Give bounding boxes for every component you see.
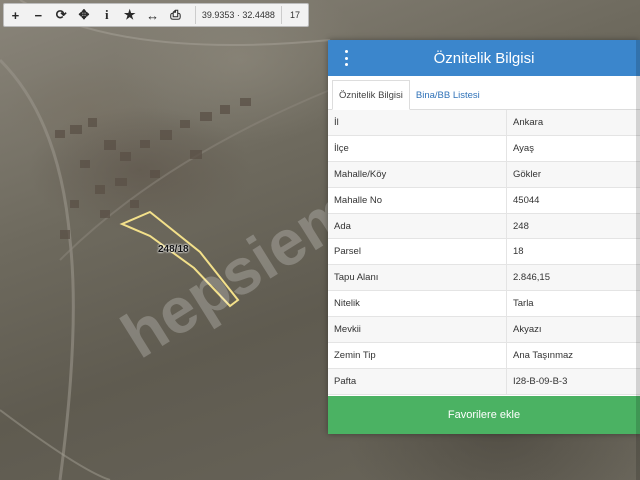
attribute-value: 18 <box>506 238 640 266</box>
zoom-in-icon[interactable]: + <box>4 4 27 26</box>
attribute-key: İl <box>328 110 507 136</box>
road <box>0 409 111 480</box>
village-buildings <box>55 98 251 239</box>
attribute-value: Akyazı <box>506 316 640 344</box>
measure-icon[interactable]: ↔ <box>141 4 164 26</box>
parcel-label: 248/18 <box>158 244 189 255</box>
table-row: Pafta I28-B-09-B-3 <box>328 368 640 395</box>
attribute-value: Ana Taşınmaz <box>506 342 640 369</box>
tab-building-list[interactable]: Bina/BB Listesi <box>410 81 486 109</box>
attribute-key: İlçe <box>328 135 507 162</box>
table-row: Tapu Alanı 2.846,15 <box>328 264 640 292</box>
attribute-key: Ada <box>328 213 507 240</box>
table-row: Ada 248 <box>328 213 640 240</box>
table-row: Mevkii Akyazı <box>328 316 640 344</box>
add-to-favorites-button[interactable]: Favorilere ekle <box>328 396 640 434</box>
attribute-key: Mahalle/Köy <box>328 161 507 188</box>
table-row: Nitelik Tarla <box>328 290 640 318</box>
attribute-value: 45044 <box>506 187 640 214</box>
table-row: Mahalle/Köy Gökler <box>328 161 640 188</box>
attribute-value: I28-B-09-B-3 <box>506 368 640 395</box>
map-toolbar: + − ⟳ ✥ i ★ ↔ ⎙ 39.9353 · 32.4488 17 <box>3 3 309 27</box>
zoom-out-icon[interactable]: − <box>27 4 50 26</box>
locate-icon[interactable]: ✥ <box>73 4 96 26</box>
attribute-value: Ayaş <box>506 135 640 162</box>
attribute-table: İl Ankara İlçe Ayaş Mahalle/Köy Gökler Mahalle… <box>328 110 640 395</box>
attribute-key: Pafta <box>328 368 507 395</box>
attribute-value: Gökler <box>506 161 640 188</box>
attribute-key: Nitelik <box>328 290 507 318</box>
table-row: Mahalle No 45044 <box>328 187 640 214</box>
refresh-icon[interactable]: ⟳ <box>50 4 73 26</box>
tab-attributes[interactable]: Öznitelik Bilgisi <box>332 80 410 110</box>
panel-header: Öznitelik Bilgisi <box>328 40 640 76</box>
table-row: İl Ankara <box>328 110 640 136</box>
panel-title: Öznitelik Bilgisi <box>433 49 535 67</box>
star-icon[interactable]: ★ <box>118 4 141 26</box>
attribute-value: 248 <box>506 213 640 240</box>
more-menu-icon[interactable] <box>342 50 350 66</box>
attribute-value: Ankara <box>506 110 640 136</box>
zoom-level: 17 <box>289 10 300 20</box>
attribute-value: 2.846,15 <box>506 264 640 292</box>
attribute-key: Parsel <box>328 238 507 266</box>
screen-edge <box>636 40 640 480</box>
attribute-panel: Öznitelik Bilgisi Öznitelik Bilgisi Bina… <box>328 40 640 434</box>
table-row: İlçe Ayaş <box>328 135 640 162</box>
print-icon[interactable]: ⎙ <box>164 4 187 26</box>
coordinate-readout: 39.9353 · 32.4488 <box>194 6 282 24</box>
info-icon[interactable]: i <box>95 4 118 26</box>
attribute-key: Mevkii <box>328 316 507 344</box>
panel-tabs: Öznitelik Bilgisi Bina/BB Listesi <box>328 76 640 110</box>
table-row: Zemin Tip Ana Taşınmaz <box>328 342 640 369</box>
attribute-key: Mahalle No <box>328 187 507 214</box>
attribute-key: Zemin Tip <box>328 342 507 369</box>
table-row: Parsel 18 <box>328 238 640 266</box>
attribute-value: Tarla <box>506 290 640 318</box>
attribute-key: Tapu Alanı <box>328 264 507 292</box>
